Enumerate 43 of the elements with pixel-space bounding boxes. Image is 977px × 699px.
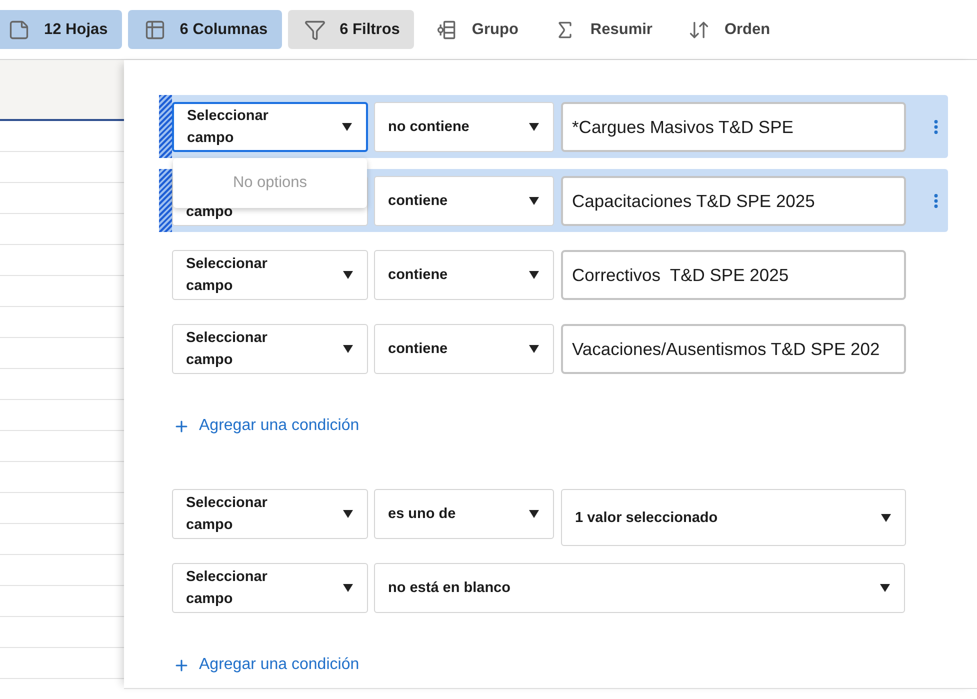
dropdown-caret-icon xyxy=(343,345,353,353)
value-input-field[interactable]: Capacitaciones T&D SPE 2025 xyxy=(561,176,906,226)
value-input-field[interactable]: Correctivos T&D SPE 2025 xyxy=(561,250,906,300)
operator-select[interactable]: contiene xyxy=(374,324,554,374)
field-select[interactable]: Seleccionar campo xyxy=(172,563,368,613)
dropdown-menu: No options xyxy=(173,158,367,208)
toolbar-button[interactable]: 12 Hojas xyxy=(0,10,122,49)
dropdown-caret-icon xyxy=(529,271,539,279)
operator-select[interactable]: no está en blanco xyxy=(374,563,905,613)
add-condition-link[interactable]: Agregar una condición xyxy=(173,411,360,441)
dropdown-caret-icon xyxy=(529,197,539,205)
dropdown-caret-icon xyxy=(343,584,353,592)
toolbar-button[interactable]: Grupo xyxy=(420,10,532,49)
drag-handle[interactable] xyxy=(159,95,172,158)
operator-select[interactable]: es uno de xyxy=(374,489,554,539)
value-select[interactable]: 1 valor seleccionado xyxy=(561,489,906,546)
field-select[interactable]: Seleccionar campo xyxy=(172,489,368,539)
dropdown-caret-icon xyxy=(880,584,890,592)
toolbar-button[interactable]: 6 Columnas xyxy=(128,10,282,49)
dropdown-caret-icon xyxy=(529,510,539,518)
add-condition-link[interactable]: Agregar una condición xyxy=(173,650,360,680)
dropdown-caret-icon xyxy=(343,271,353,279)
dropdown-caret-icon xyxy=(342,123,352,131)
field-select[interactable]: Seleccionar campo xyxy=(172,250,368,300)
group-icon xyxy=(436,18,458,40)
operator-select[interactable]: no contiene xyxy=(374,102,554,152)
value-input-field[interactable]: Vacaciones/Ausentismos T&D SPE 202 xyxy=(561,324,906,374)
table-icon xyxy=(144,18,166,40)
drag-handle[interactable] xyxy=(159,169,172,232)
toolbar-button[interactable]: Resumir xyxy=(538,10,666,49)
dropdown-caret-icon xyxy=(529,123,539,131)
sheet-icon xyxy=(8,18,30,40)
dropdown-caret-icon xyxy=(881,514,891,522)
field-select[interactable]: Seleccionar campo xyxy=(172,324,368,374)
value-input-field[interactable]: *Cargues Masivos T&D SPE xyxy=(561,102,906,152)
toolbar-button[interactable]: 6 Filtros xyxy=(288,10,414,49)
operator-select[interactable]: contiene xyxy=(374,250,554,300)
dropdown-caret-icon xyxy=(529,345,539,353)
filter-icon xyxy=(304,18,326,40)
toolbar-button[interactable]: Orden xyxy=(672,10,784,49)
operator-select[interactable]: contiene xyxy=(374,176,554,226)
field-select[interactable]: Seleccionar campo xyxy=(172,102,368,152)
dropdown-caret-icon xyxy=(343,510,353,518)
